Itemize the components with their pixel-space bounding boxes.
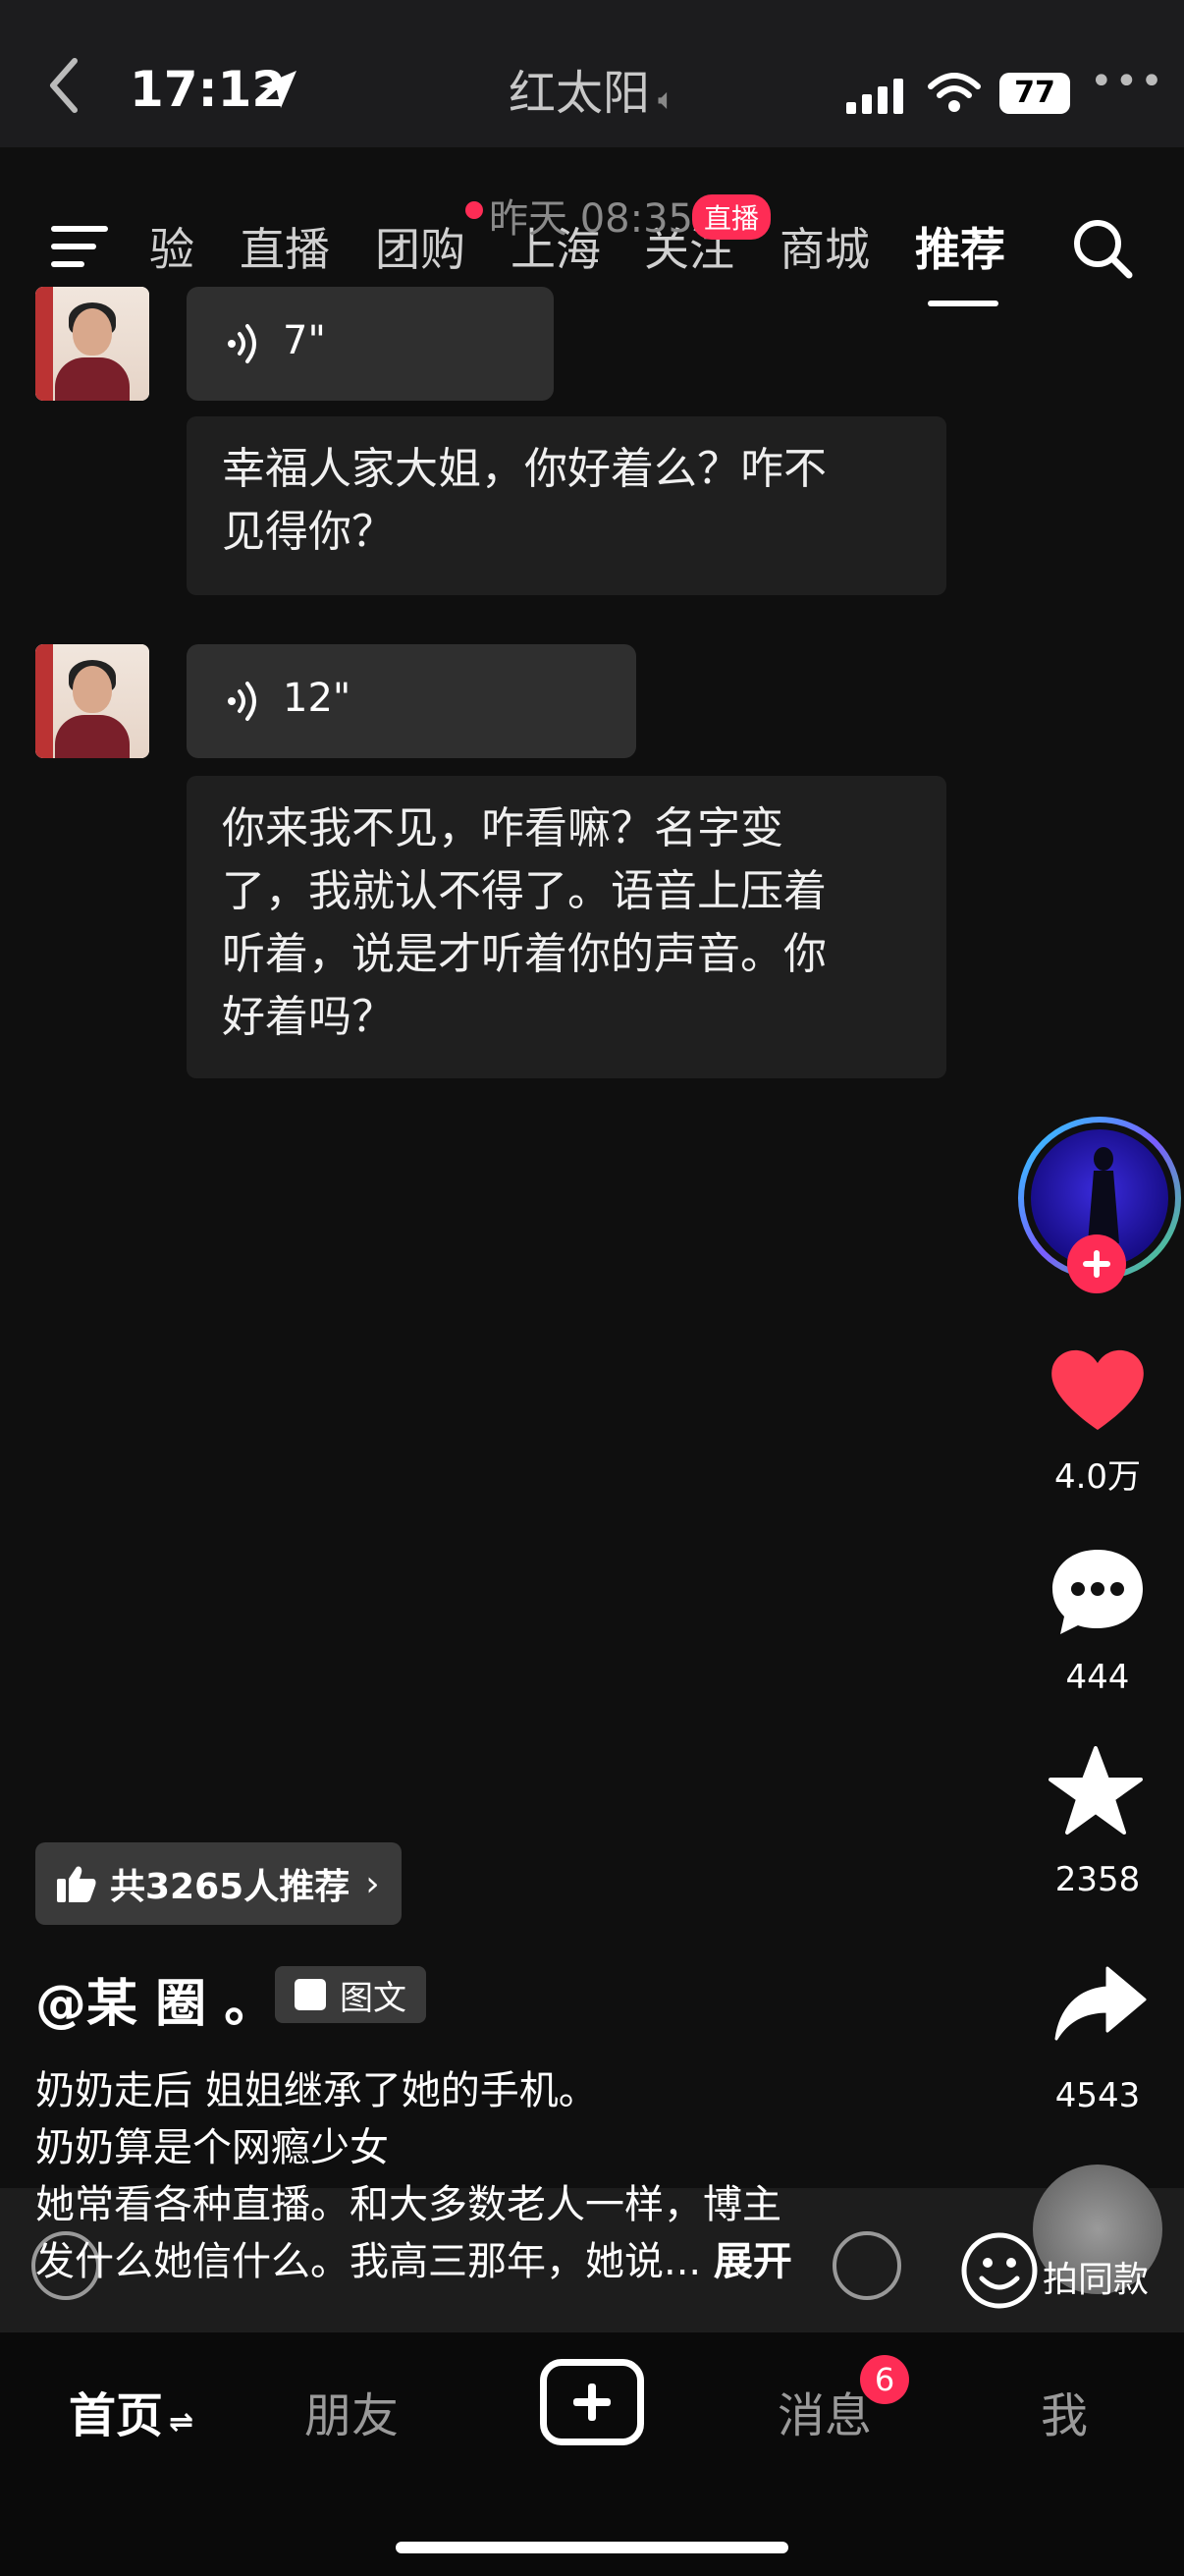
nav-me[interactable]: 我 bbox=[1041, 2377, 1088, 2445]
voice-message[interactable]: 7" bbox=[187, 287, 554, 401]
tab-mall[interactable]: 商城 bbox=[780, 214, 870, 279]
search-icon[interactable] bbox=[1070, 216, 1135, 281]
description-line-last: 发什么她信什么。我高三那年，她说... 展开 bbox=[35, 2239, 792, 2284]
same-style-label[interactable]: 拍同款 bbox=[1043, 2251, 1149, 2302]
voice-duration: 7" bbox=[283, 318, 326, 363]
cellular-signal-icon bbox=[846, 79, 903, 114]
tab-experience[interactable]: 验 bbox=[149, 214, 194, 279]
active-tab-indicator bbox=[928, 301, 998, 306]
emoji-icon[interactable] bbox=[960, 2231, 1039, 2310]
sender-avatar[interactable] bbox=[35, 287, 149, 401]
recommend-pill[interactable]: 共3265人推荐 › bbox=[35, 1842, 402, 1925]
nav-home[interactable]: 首页 ⇌ bbox=[69, 2377, 193, 2445]
overlay-timestamp: 昨天 08:35 bbox=[489, 196, 693, 242]
share-count: 4543 bbox=[1054, 2076, 1141, 2115]
post-type-label: 图文 bbox=[340, 1978, 406, 2018]
expand-link[interactable]: 展开 bbox=[714, 2239, 792, 2284]
heart-icon[interactable] bbox=[1049, 1343, 1147, 1432]
voice-duration: 12" bbox=[283, 676, 351, 721]
follow-plus-icon[interactable] bbox=[1066, 1233, 1127, 1294]
description-line: 奶奶走后 姐姐继承了她的手机。 bbox=[35, 2068, 598, 2113]
nav-friends[interactable]: 朋友 bbox=[304, 2377, 399, 2445]
voice-message[interactable]: 12" bbox=[187, 644, 636, 758]
menu-icon[interactable] bbox=[51, 224, 110, 269]
tab-live[interactable]: 直播 bbox=[240, 214, 330, 279]
more-dots-icon[interactable]: ••• bbox=[1090, 59, 1165, 104]
post-type-tag: 图文 bbox=[275, 1966, 426, 2023]
create-plus-button[interactable] bbox=[540, 2359, 644, 2445]
live-badge: 直播 bbox=[692, 194, 772, 240]
share-icon[interactable] bbox=[1052, 1964, 1147, 2043]
recommend-count-label: 共3265人推荐 bbox=[110, 1867, 350, 1907]
author-name[interactable]: @某 圈 。 bbox=[35, 1962, 275, 2036]
description-line: 奶奶算是个网瘾少女 bbox=[35, 2125, 389, 2170]
favorite-count: 2358 bbox=[1054, 1860, 1141, 1899]
sender-avatar[interactable] bbox=[35, 644, 149, 758]
description-line: 她常看各种直播。和大多数老人一样，博主 bbox=[35, 2182, 781, 2227]
battery-indicator: 77 bbox=[999, 73, 1070, 114]
message-bubble: 你来我不见，咋看嘛？名字变 了，我就认不得了。语音上压着 听着，说是才听着你的声… bbox=[187, 776, 946, 1078]
muted-speaker-icon: 🔈︎ bbox=[658, 82, 675, 117]
wifi-icon bbox=[928, 73, 981, 112]
message-count-badge: 6 bbox=[860, 2355, 909, 2404]
image-post-icon bbox=[295, 1979, 326, 2010]
comment-icon[interactable] bbox=[1049, 1546, 1147, 1638]
switch-arrows-icon: ⇌ bbox=[169, 2405, 194, 2439]
nav-messages[interactable]: 消息 bbox=[778, 2377, 872, 2445]
thumbs-up-icon bbox=[57, 1866, 96, 1902]
like-count: 4.0万 bbox=[1053, 1457, 1142, 1497]
comment-count: 444 bbox=[1065, 1658, 1130, 1697]
notification-dot bbox=[465, 201, 483, 219]
home-indicator bbox=[396, 2542, 788, 2553]
tab-recommend[interactable]: 推荐 bbox=[915, 214, 1005, 279]
voice-wave-icon bbox=[228, 682, 256, 721]
tab-group-buy[interactable]: 团购 bbox=[375, 214, 465, 279]
chevron-right-icon: › bbox=[365, 1863, 380, 1904]
star-icon[interactable] bbox=[1049, 1746, 1143, 1836]
message-bubble: 幸福人家大姐，你好着么？咋不 见得你？ bbox=[187, 416, 946, 595]
voice-wave-icon bbox=[228, 324, 256, 363]
